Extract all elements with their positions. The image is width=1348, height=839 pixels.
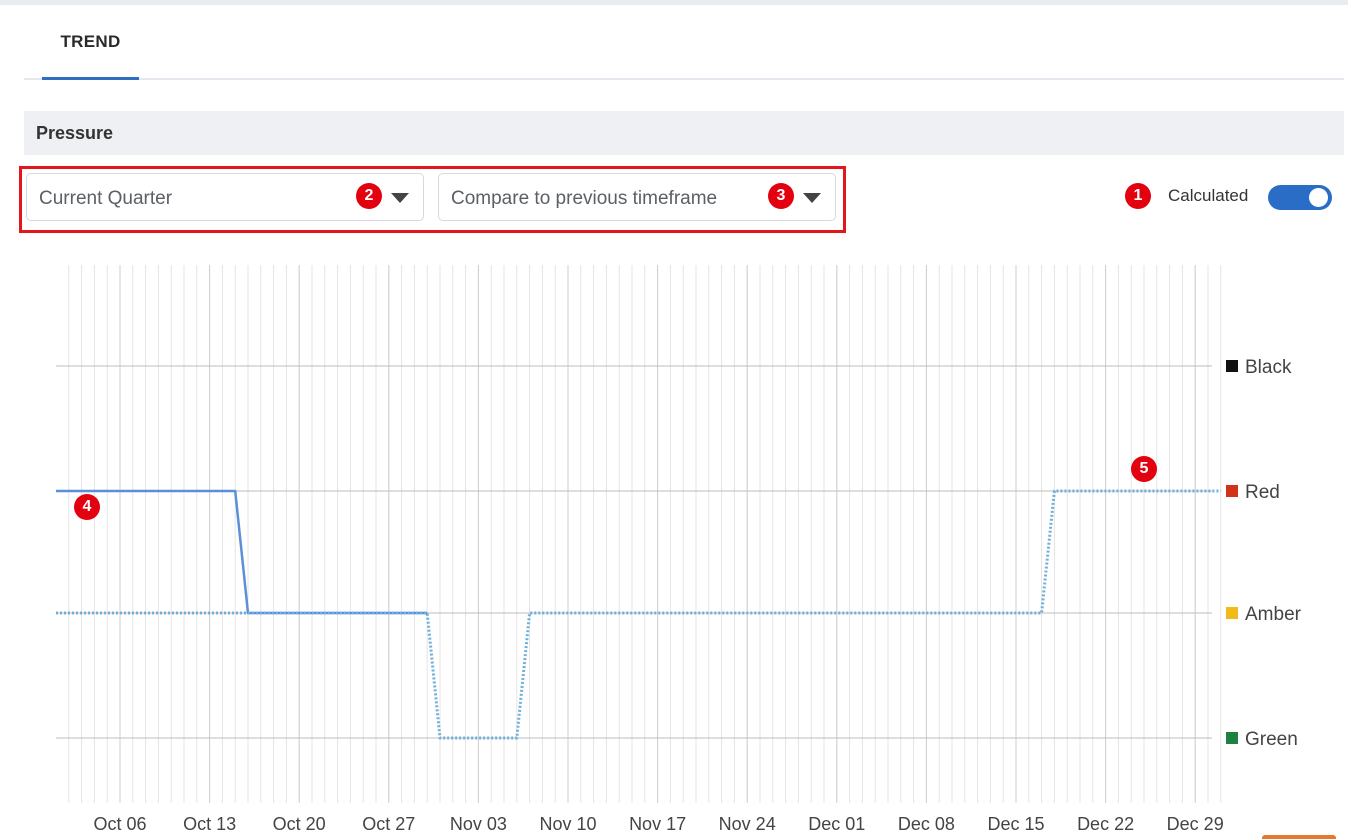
x-tick-label: Dec 15: [987, 814, 1044, 834]
chevron-down-icon: [803, 193, 821, 203]
marker-badge: 4: [74, 494, 100, 520]
legend-label: Black: [1245, 357, 1292, 378]
x-tick-label: Oct 27: [362, 814, 415, 834]
x-tick-label: Oct 06: [93, 814, 146, 834]
series-line-previous: [56, 489, 1221, 740]
x-tick-label: Dec 29: [1167, 814, 1224, 834]
marker-badge: 2: [356, 183, 382, 209]
x-tick-label: Dec 22: [1077, 814, 1134, 834]
x-tick-label: Dec 08: [898, 814, 955, 834]
x-tick-label: Oct 13: [183, 814, 236, 834]
calculated-label: Calculated: [1168, 186, 1249, 205]
calculated-toggle[interactable]: [1268, 185, 1332, 210]
section-title: Pressure: [36, 123, 114, 143]
x-tick-label: Dec 01: [808, 814, 865, 834]
section-header: Pressure: [24, 111, 1344, 155]
x-tick-label: Oct 20: [273, 814, 326, 834]
trend-chart: Oct 06 Oct 13 Oct 20 Oct 27 Nov 03 Nov 10 Nov …: [56, 265, 1302, 834]
active-tab-indicator: [42, 77, 139, 80]
timeframe-dropdown-value: Current Quarter: [39, 188, 173, 209]
compare-dropdown-value: Compare to previous timeframe: [451, 188, 718, 209]
chevron-down-icon: [391, 193, 409, 203]
tab-bar: TREND: [24, 20, 1344, 80]
legend-swatch: [1226, 485, 1238, 497]
marker-badge: 3: [768, 183, 794, 209]
legend-swatch: [1226, 732, 1238, 744]
x-tick-label: Nov 03: [450, 814, 507, 834]
legend-label: Green: [1245, 729, 1298, 750]
x-tick-label: Nov 24: [719, 814, 776, 834]
scroll-hint: [1262, 835, 1336, 839]
legend-label: Red: [1245, 482, 1280, 503]
x-tick-label: Nov 10: [539, 814, 596, 834]
tab-trend[interactable]: TREND: [42, 20, 139, 78]
x-tick-label: Nov 17: [629, 814, 686, 834]
legend-swatch: [1226, 607, 1238, 619]
marker-badge: 5: [1131, 456, 1157, 482]
series-line-current: [56, 489, 428, 615]
marker-badge: 1: [1125, 183, 1151, 209]
toggle-knob: [1309, 188, 1328, 207]
top-strip: [0, 0, 1348, 5]
legend-label: Amber: [1245, 604, 1302, 625]
legend-swatch: [1226, 360, 1238, 372]
